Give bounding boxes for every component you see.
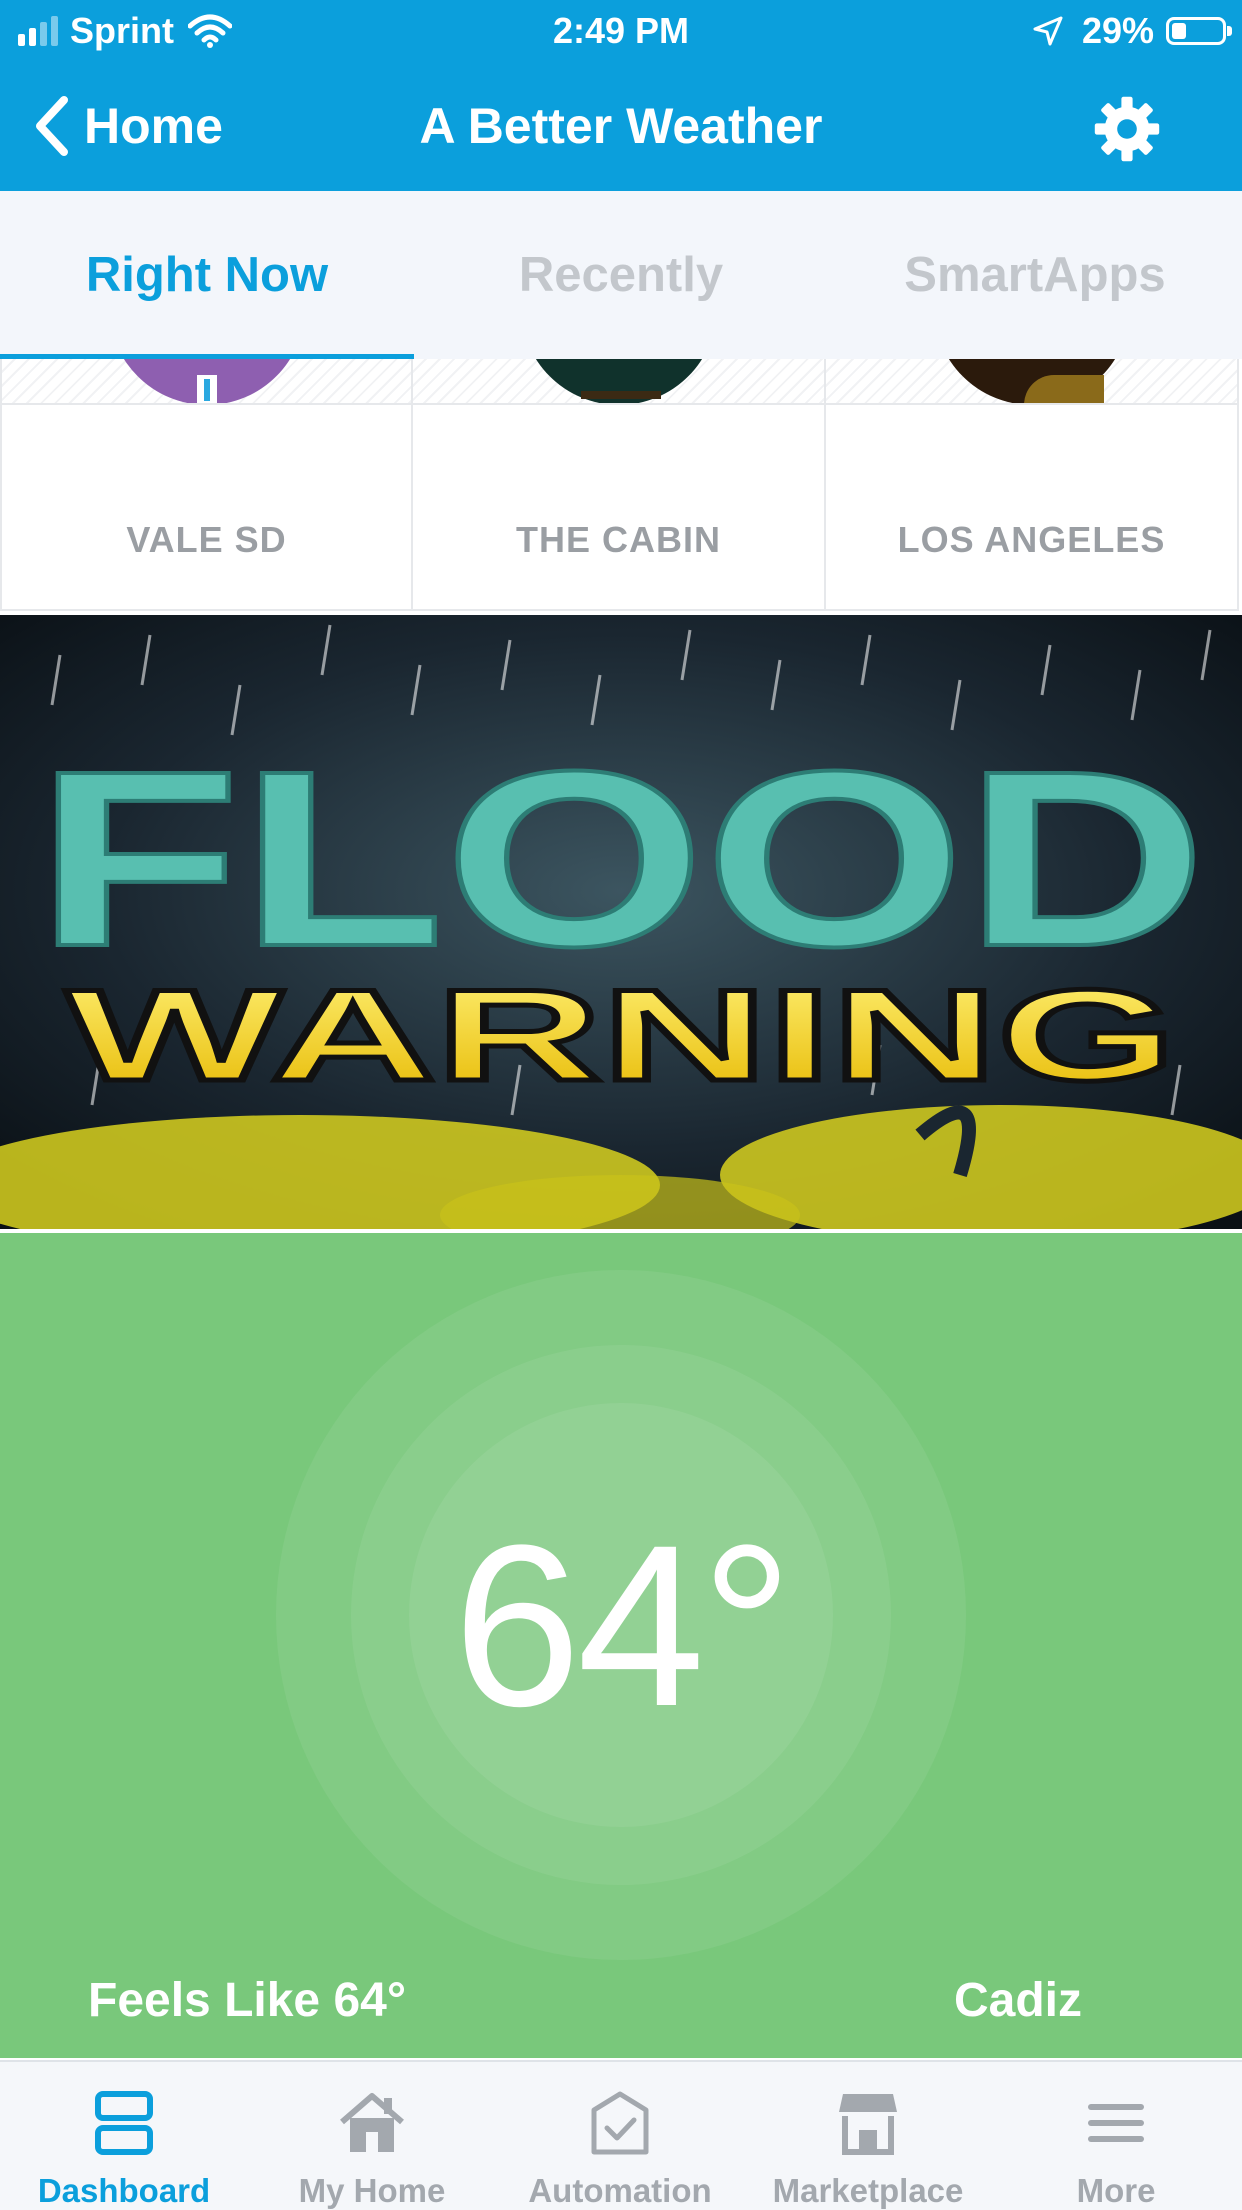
app-header: Sprint 2:49 PM 29% Home A Better Weather — [0, 0, 1242, 191]
location-arrow-icon — [1033, 16, 1063, 46]
feels-like-label: Feels Like 64° — [88, 1974, 407, 2027]
tabbar-label: Marketplace — [772, 2172, 964, 2209]
tabbar-label: Automation — [528, 2172, 712, 2209]
location-name: VALE SD — [126, 519, 287, 560]
banner-subtitle: WARNING — [66, 962, 1176, 1108]
location-thumbnail — [933, 359, 1130, 403]
location-tile-the-cabin[interactable]: THE CABIN — [413, 359, 826, 611]
gear-icon[interactable] — [1092, 94, 1162, 164]
bottom-tab-bar: Dashboard My Home Automation Marketplace… — [0, 2060, 1242, 2210]
location-name: LOS ANGELES — [897, 519, 1166, 560]
tabbar-marketplace[interactable]: Marketplace — [744, 2062, 992, 2210]
home-icon — [340, 2093, 404, 2152]
automation-icon — [591, 2091, 649, 2155]
current-weather-card[interactable]: 64° Feels Like 64° Cadiz — [0, 1233, 1242, 2058]
location-list: VALE SD THE CABIN LOS ANGELES — [0, 359, 1242, 613]
segment-tabs: Right Now Recently SmartApps — [0, 191, 1242, 359]
menu-icon — [1088, 2104, 1144, 2142]
city-name: Cadiz — [953, 1974, 1082, 2027]
tabbar-label: My Home — [298, 2172, 446, 2209]
location-tile-vale-sd[interactable]: VALE SD — [0, 359, 413, 611]
temperature-value: 64° — [453, 1497, 793, 1754]
location-thumbnail — [108, 359, 305, 403]
tabbar-label: More — [1076, 2172, 1156, 2209]
tab-right-now[interactable]: Right Now — [0, 191, 414, 359]
banner-title: FLOOD — [36, 719, 1206, 998]
tabbar-dashboard[interactable]: Dashboard — [0, 2062, 248, 2210]
battery-icon — [1166, 17, 1232, 45]
marketplace-icon — [839, 2094, 897, 2155]
location-name: THE CABIN — [516, 519, 721, 560]
tabbar-automation[interactable]: Automation — [496, 2062, 744, 2210]
tabbar-my-home[interactable]: My Home — [248, 2062, 496, 2210]
dashboard-icon — [95, 2091, 153, 2155]
location-thumbnail — [520, 359, 717, 403]
page-title: A Better Weather — [419, 98, 823, 154]
battery-percent: 29% — [1081, 10, 1154, 51]
status-battery: 29% — [1032, 6, 1232, 56]
tabbar-label: Dashboard — [37, 2172, 211, 2209]
flood-warning-banner[interactable]: FLOOD WARNING — [0, 615, 1242, 1229]
location-tile-los-angeles[interactable]: LOS ANGELES — [826, 359, 1239, 611]
tabbar-more[interactable]: More — [992, 2062, 1240, 2210]
tab-recently[interactable]: Recently — [414, 191, 828, 359]
tab-smartapps[interactable]: SmartApps — [828, 191, 1242, 359]
